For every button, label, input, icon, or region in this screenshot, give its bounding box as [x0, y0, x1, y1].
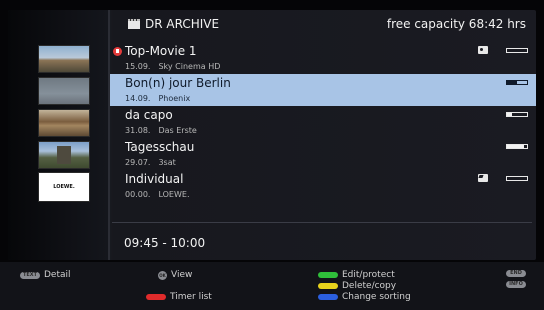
- info-key[interactable]: INFO: [506, 281, 530, 288]
- view-label: View: [171, 270, 193, 280]
- progress-fill: [507, 81, 517, 84]
- thumbnail-tagesschau: [38, 141, 90, 169]
- blue-key-icon: [318, 294, 338, 300]
- recordings-list: Top-Movie 1 15.09. Sky Cinema HD Bon(n) j…: [110, 42, 536, 202]
- progress-fill: [507, 145, 524, 148]
- edit-protect-key[interactable]: Edit/protect: [318, 270, 395, 280]
- divider: [112, 222, 532, 223]
- recording-date: 29.07.: [125, 158, 151, 167]
- info-key-icon: INFO: [506, 281, 526, 288]
- clapper-icon: [478, 174, 488, 182]
- key-legend: TEXT Detail OK View Timer list Edit/prot…: [0, 262, 544, 310]
- list-item[interactable]: Top-Movie 1 15.09. Sky Cinema HD: [110, 42, 536, 74]
- thumbnail-top-movie: [38, 45, 90, 73]
- progress-bar: [506, 48, 528, 53]
- recording-title: Bon(n) jour Berlin: [125, 76, 231, 90]
- thumbnail-bonn-jour: [38, 77, 90, 105]
- recording-channel: LOEWE.: [158, 190, 190, 199]
- delete-copy-label: Delete/copy: [342, 281, 397, 291]
- end-key[interactable]: END: [506, 270, 530, 277]
- thumbnail-individual-logo: LOEWE.: [38, 172, 90, 202]
- lock-icon: [478, 46, 488, 54]
- progress-bar: [506, 144, 528, 149]
- recording-channel: Sky Cinema HD: [158, 62, 221, 71]
- yellow-key-icon: [318, 283, 338, 289]
- recording-channel: Das Erste: [158, 126, 197, 135]
- red-key-icon: [146, 294, 166, 300]
- edit-protect-label: Edit/protect: [342, 270, 395, 280]
- progress-bar: [506, 176, 528, 181]
- text-key-icon: TEXT: [20, 271, 40, 279]
- capacity-label: free capacity 68:42 hrs: [386, 17, 526, 31]
- recording-meta: 00.00. LOEWE.: [125, 190, 189, 199]
- list-item-selected[interactable]: Bon(n) jour Berlin 14.09. Phoenix: [110, 74, 536, 106]
- recording-title: Individual: [125, 172, 184, 186]
- ok-key-icon: OK: [158, 270, 167, 280]
- recording-title: Top-Movie 1: [125, 44, 197, 58]
- change-sorting-key[interactable]: Change sorting: [318, 292, 411, 302]
- recording-channel: 3sat: [158, 158, 176, 167]
- detail-key[interactable]: TEXT Detail: [20, 270, 71, 280]
- view-key[interactable]: OK View: [158, 270, 192, 280]
- green-key-icon: [318, 272, 338, 278]
- thumbnail-column: LOEWE.: [8, 10, 108, 260]
- tv-screen: LOEWE. DR ARCHIVE free capacity 68:42 hr…: [0, 0, 544, 310]
- page-title: DR ARCHIVE: [145, 17, 220, 31]
- detail-label: Detail: [44, 270, 71, 280]
- recording-meta: 15.09. Sky Cinema HD: [125, 62, 220, 71]
- recording-date: 14.09.: [125, 94, 151, 103]
- thumbnail-da-capo: [38, 109, 90, 137]
- recording-meta: 31.08. Das Erste: [125, 126, 197, 135]
- list-item[interactable]: Individual 00.00. LOEWE.: [110, 170, 536, 202]
- timer-list-key[interactable]: Timer list: [146, 292, 212, 302]
- progress-bar: [506, 80, 528, 85]
- archive-icon: [128, 19, 140, 29]
- list-item[interactable]: da capo 31.08. Das Erste: [110, 106, 536, 138]
- timer-list-label: Timer list: [170, 292, 212, 302]
- recording-title: da capo: [125, 108, 173, 122]
- archive-header: DR ARCHIVE free capacity 68:42 hrs: [112, 16, 532, 34]
- time-range: 09:45 - 10:00: [124, 236, 206, 250]
- recording-title: Tagesschau: [125, 140, 195, 154]
- recording-date: 31.08.: [125, 126, 151, 135]
- recording-channel: Phoenix: [158, 94, 191, 103]
- list-item[interactable]: Tagesschau 29.07. 3sat: [110, 138, 536, 170]
- recording-meta: 29.07. 3sat: [125, 158, 176, 167]
- recording-meta: 14.09. Phoenix: [125, 94, 190, 103]
- progress-fill: [507, 113, 512, 116]
- record-icon: [113, 47, 122, 56]
- change-sorting-label: Change sorting: [342, 292, 411, 302]
- recording-date: 00.00.: [125, 190, 151, 199]
- end-key-icon: END: [506, 270, 526, 277]
- delete-copy-key[interactable]: Delete/copy: [318, 281, 396, 291]
- recording-date: 15.09.: [125, 62, 151, 71]
- progress-bar: [506, 112, 528, 117]
